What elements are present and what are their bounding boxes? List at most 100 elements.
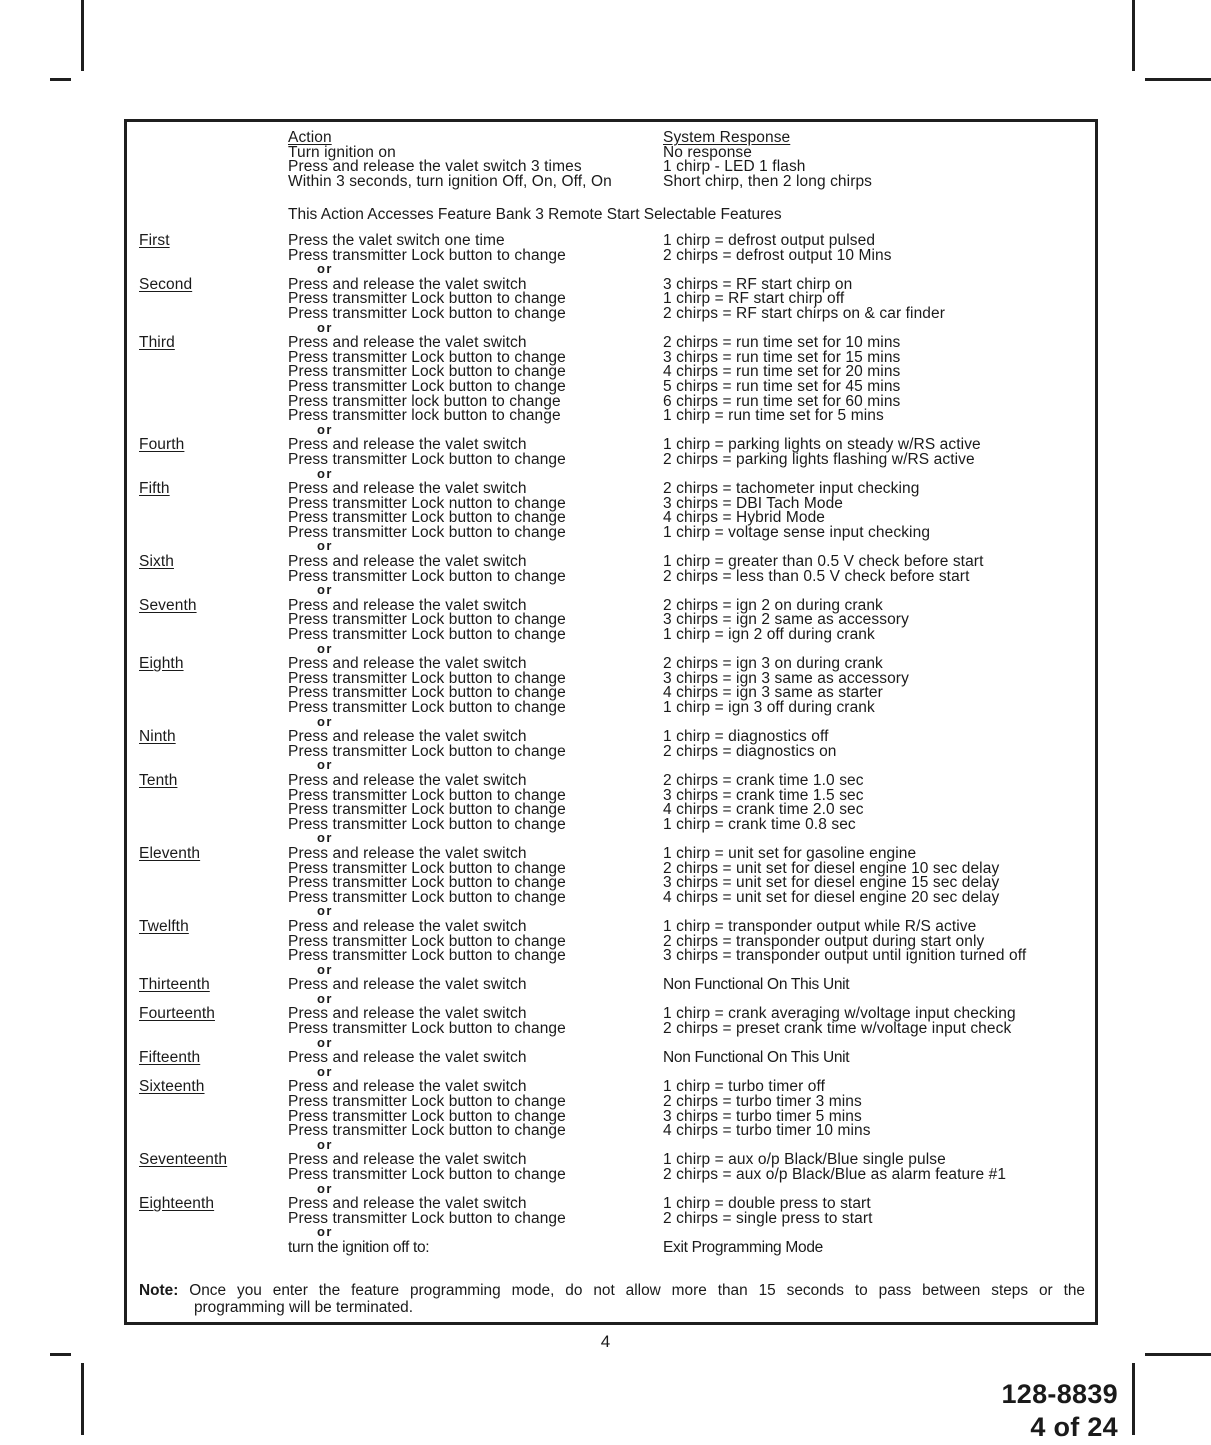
or-separator-label: or — [317, 961, 333, 977]
or-separator-row: or — [127, 757, 1095, 774]
step-ordinal: Ninth — [139, 728, 176, 746]
row-action: Within 3 seconds, turn ignition Off, On,… — [288, 172, 612, 190]
table-row: Press transmitter Lock button to change 2… — [127, 1020, 1095, 1038]
or-separator-label: or — [317, 713, 333, 729]
table-row: Press transmitter Lock button to change 3… — [127, 1109, 1095, 1125]
or-separator-row: or — [127, 261, 1095, 278]
row-system-response: 2 chirps = diagnostics on — [663, 742, 837, 760]
table-row: Press transmitter Lock button to change 1… — [127, 626, 1095, 644]
row-system-response: 3 chirps = transponder output until igni… — [663, 947, 1027, 965]
step-ordinal: Third — [139, 334, 175, 352]
or-separator-row: or — [127, 1064, 1095, 1081]
crop-mark-bottom-left-horizontal — [50, 1353, 71, 1356]
table-row: Press transmitter lock button to change 1… — [127, 407, 1095, 425]
row-system-response: 1 chirp = ign 2 off during crank — [663, 626, 875, 644]
intro-rows: Turn ignition on No response Press and rel… — [127, 145, 1095, 190]
table-row: turn the ignition off to: Exit Programmin… — [127, 1238, 1095, 1256]
note-text-2: programming will be terminated. — [194, 1299, 413, 1316]
crop-mark-top-right-vertical — [1132, 0, 1135, 71]
row-system-response: 2 chirps = defrost output 10 Mins — [663, 246, 892, 264]
row-system-response: Non Functional On This Unit — [663, 976, 850, 994]
or-separator-row: or — [127, 830, 1095, 847]
table-row: Press transmitter Lock button to change 3… — [127, 612, 1095, 628]
or-separator-label: or — [317, 640, 333, 656]
table-row: Press transmitter Lock button to change 1… — [127, 700, 1095, 716]
table-row: Eighth Press and release the valet switch… — [127, 656, 1095, 672]
table-row: Press transmitter Lock button to change 2… — [127, 452, 1095, 468]
step-ordinal: Fourth — [139, 436, 185, 454]
step-ordinal: Sixth — [139, 553, 174, 571]
row-system-response: 2 chirps = single press to start — [663, 1209, 873, 1227]
row-system-response: Non Functional On This Unit — [663, 1049, 850, 1067]
step-ordinal: First — [139, 232, 170, 249]
or-separator-label: or — [317, 1224, 333, 1240]
table-row: Fifth Press and release the valet switch 2… — [127, 480, 1095, 498]
or-separator-row: or — [127, 1224, 1095, 1241]
table-column-headers: Action System Response — [127, 130, 1095, 146]
table-row: Fifteenth Press and release the valet swi… — [127, 1049, 1095, 1067]
or-separator-label: or — [317, 830, 333, 846]
footer-block: 128-8839 4 of 24 — [900, 1378, 1118, 1444]
steps-list: First Press the valet switch one time 1 ch… — [127, 232, 1095, 1256]
step-ordinal: Fifth — [139, 480, 170, 498]
table-row: Press transmitter Lock button to change 2… — [127, 1166, 1095, 1183]
or-separator-label: or — [317, 757, 333, 773]
table-row: Press transmitter Lock button to change 2… — [127, 1094, 1095, 1110]
table-row: Eighteenth Press and release the valet sw… — [127, 1196, 1095, 1212]
or-separator-label: or — [317, 582, 333, 598]
table-row: Within 3 seconds, turn ignition Off, On,… — [127, 172, 1095, 190]
row-system-response: 4 chirps = unit set for diesel engine 20… — [663, 888, 1000, 906]
step-ordinal: Second — [139, 275, 193, 293]
step-ordinal: Fourteenth — [139, 1005, 215, 1023]
table-row: Press transmitter Lock button to change 2… — [127, 742, 1095, 760]
row-system-response: Exit Programming Mode — [663, 1238, 823, 1256]
note-line-1: Note: Once you enter the feature program… — [139, 1282, 1085, 1299]
table-row: Seventh Press and release the valet switc… — [127, 598, 1095, 614]
row-system-response: 1 chirp = run time set for 5 mins — [663, 407, 884, 425]
row-system-response: 2 chirps = aux o/p Black/Blue as alarm f… — [663, 1166, 1007, 1183]
table-row: Press transmitter Lock button to change 1… — [127, 291, 1095, 307]
footer-part-number: 128-8839 — [1001, 1379, 1118, 1409]
step-ordinal: Sixteenth — [139, 1078, 205, 1096]
or-separator-label: or — [317, 465, 333, 481]
table-row: Press transmitter lock button to change 6… — [127, 393, 1095, 410]
row-system-response: 2 chirps = preset crank time w/voltage i… — [663, 1020, 1012, 1038]
table-row: Sixteenth Press and release the valet swi… — [127, 1078, 1095, 1096]
crop-mark-top-left-vertical — [81, 0, 84, 71]
footer-page-of: 4 of 24 — [1030, 1412, 1118, 1442]
or-separator-label: or — [317, 903, 333, 919]
table-row: Press transmitter Lock button to change 4… — [127, 802, 1095, 818]
step-ordinal: Fifteenth — [139, 1049, 201, 1067]
row-action: turn the ignition off to: — [288, 1238, 430, 1256]
step-ordinal: Eleventh — [139, 844, 201, 862]
table-row: Turn ignition on No response — [127, 145, 1095, 161]
or-separator-row: or — [127, 1034, 1095, 1052]
table-row: Press transmitter Lock button to change 5… — [127, 379, 1095, 395]
table-row: Third Press and release the valet switch 2… — [127, 334, 1095, 352]
row-system-response: Short chirp, then 2 long chirps — [663, 172, 873, 190]
programming-table-box: Action System Response Turn ignition on N… — [124, 119, 1098, 1325]
table-row: Press transmitter Lock button to change 1… — [127, 525, 1095, 541]
or-separator-row: or — [127, 319, 1095, 337]
or-separator-label: or — [317, 261, 333, 277]
or-separator-label: or — [317, 421, 333, 437]
table-row: First Press the valet switch one time 1 ch… — [127, 232, 1095, 249]
or-separator-label: or — [317, 319, 333, 335]
table-row: Press transmitter Lock button to change 4… — [127, 364, 1095, 380]
table-row: Tenth Press and release the valet switch 2… — [127, 771, 1095, 789]
or-separator-row: or — [127, 640, 1095, 658]
row-system-response: 1 chirp = crank time 0.8 sec — [663, 815, 856, 833]
table-row: Press transmitter Lock button to change 3… — [127, 947, 1095, 965]
or-separator-row: or — [127, 1136, 1095, 1154]
table-header-block: Action System Response Turn ignition on N… — [127, 130, 1095, 190]
or-separator-row: or — [127, 961, 1095, 979]
or-separator-label: or — [317, 1136, 333, 1152]
crop-mark-top-right-horizontal — [1145, 78, 1211, 81]
step-ordinal: Seventeenth — [139, 1151, 228, 1169]
row-system-response: 2 chirps = less than 0.5 V check before … — [663, 567, 970, 585]
table-row: Press transmitter Lock button to change 1… — [127, 815, 1095, 833]
table-row: Press transmitter Lock button to change 4… — [127, 888, 1095, 906]
step-ordinal: Thirteenth — [139, 976, 210, 994]
or-separator-label: or — [317, 1034, 333, 1050]
step-ordinal: Tenth — [139, 771, 178, 789]
